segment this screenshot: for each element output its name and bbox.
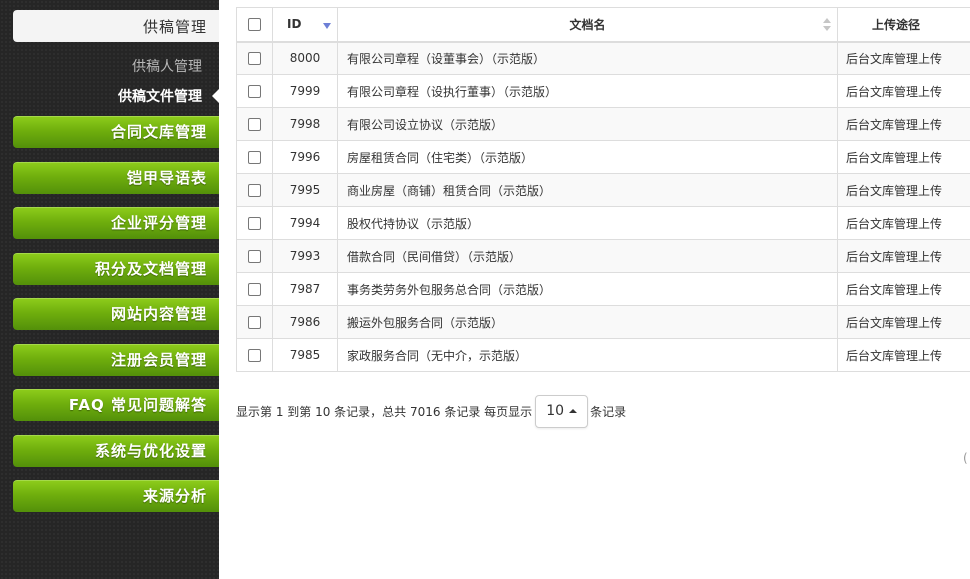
pagination-suffix: 条记录 — [590, 404, 627, 419]
sidebar-item-enterprise-rating[interactable]: 企业评分管理 — [13, 207, 219, 239]
sidebar-item-faq[interactable]: FAQ 常见问题解答 — [13, 389, 219, 421]
sidebar-item-source-analysis[interactable]: 来源分析 — [13, 480, 219, 512]
sidebar-item-members[interactable]: 注册会员管理 — [13, 344, 219, 376]
files-table-container: ID 文档名 上传途径 8000 有限公司章程（设董事会）（示范版） 后台文库管理上… — [236, 7, 970, 372]
sidebar-item-system-settings[interactable]: 系统与优化设置 — [13, 435, 219, 467]
caret-up-icon — [569, 409, 578, 413]
row-document-name[interactable]: 事务类劳务外包服务总合同（示范版） — [337, 272, 838, 306]
row-select-cell — [236, 272, 273, 306]
row-id: 8000 — [272, 41, 338, 75]
table-row[interactable]: 7998 有限公司设立协议（示范版） 后台文库管理上传 — [236, 107, 970, 141]
row-document-name[interactable]: 借款合同（民间借贷）（示范版） — [337, 239, 838, 273]
row-select-cell — [236, 338, 273, 372]
row-document-name[interactable]: 搬运外包服务合同（示范版） — [337, 305, 838, 339]
sidebar-item-supply-management[interactable]: 供稿管理 — [13, 10, 219, 42]
row-select-cell — [236, 74, 273, 108]
sidebar-item-site-content[interactable]: 网站内容管理 — [13, 298, 219, 330]
row-id: 7986 — [272, 305, 338, 339]
row-upload-source: 后台文库管理上传 — [837, 74, 970, 108]
row-id: 7995 — [272, 173, 338, 207]
row-checkbox[interactable] — [248, 85, 261, 98]
source-column-header[interactable]: 上传途径 — [837, 7, 970, 43]
row-checkbox[interactable] — [248, 250, 261, 263]
row-upload-source: 后台文库管理上传 — [837, 272, 970, 306]
name-header-label: 文档名 — [569, 17, 606, 32]
active-pointer-icon — [212, 89, 219, 103]
row-checkbox[interactable] — [248, 316, 261, 329]
name-column-header[interactable]: 文档名 — [337, 7, 838, 43]
sidebar-item-contract-library[interactable]: 合同文库管理 — [13, 116, 219, 148]
table-header-row: ID 文档名 上传途径 — [236, 7, 970, 43]
row-checkbox[interactable] — [248, 151, 261, 164]
row-document-name[interactable]: 有限公司章程（设董事会）（示范版） — [337, 41, 838, 75]
row-checkbox[interactable] — [248, 283, 261, 296]
row-select-cell — [236, 140, 273, 174]
row-upload-source: 后台文库管理上传 — [837, 239, 970, 273]
row-checkbox[interactable] — [248, 52, 261, 66]
row-select-cell — [236, 239, 273, 273]
table-row[interactable]: 7994 股权代持协议（示范版） 后台文库管理上传 — [236, 206, 970, 240]
table-row[interactable]: 7999 有限公司章程（设执行董事）（示范版） 后台文库管理上传 — [236, 74, 970, 108]
table-row[interactable]: 8000 有限公司章程（设董事会）（示范版） 后台文库管理上传 — [236, 41, 970, 75]
table-row[interactable]: 7985 家政服务合同（无中介，示范版） 后台文库管理上传 — [236, 338, 970, 372]
table-row[interactable]: 7987 事务类劳务外包服务总合同（示范版） 后台文库管理上传 — [236, 272, 970, 306]
row-id: 7998 — [272, 107, 338, 141]
row-checkbox[interactable] — [248, 349, 261, 362]
row-upload-source: 后台文库管理上传 — [837, 206, 970, 240]
table-row[interactable]: 7986 搬运外包服务合同（示范版） 后台文库管理上传 — [236, 305, 970, 339]
row-document-name[interactable]: 商业房屋（商铺）租赁合同（示范版） — [337, 173, 838, 207]
id-column-header[interactable]: ID — [272, 7, 338, 43]
pagination-summary: 显示第 1 到第 10 条记录，总共 7016 条记录 每页显示 — [236, 404, 533, 419]
page-size-dropdown[interactable]: 10 — [535, 394, 589, 428]
row-document-name[interactable]: 有限公司设立协议（示范版） — [337, 107, 838, 141]
sidebar-item-armor-guide[interactable]: 铠甲导语表 — [13, 162, 219, 194]
row-select-cell — [236, 305, 273, 339]
row-id: 7999 — [272, 74, 338, 108]
sidebar-subitem-contributors[interactable]: 供稿人管理 — [132, 56, 202, 76]
row-id: 7987 — [272, 272, 338, 306]
row-select-cell — [236, 206, 273, 240]
select-all-checkbox[interactable] — [248, 18, 261, 32]
row-upload-source: 后台文库管理上传 — [837, 338, 970, 372]
table-row[interactable]: 7996 房屋租赁合同（住宅类）（示范版） 后台文库管理上传 — [236, 140, 970, 174]
row-document-name[interactable]: 房屋租赁合同（住宅类）（示范版） — [337, 140, 838, 174]
row-checkbox[interactable] — [248, 184, 261, 197]
pagination-bar: 显示第 1 到第 10 条记录，总共 7016 条记录 每页显示 10 条记录 — [236, 394, 626, 428]
sidebar: 供稿管理 供稿人管理 供稿文件管理 合同文库管理 铠甲导语表 企业评分管理 积分… — [0, 0, 219, 579]
sort-icon — [823, 18, 831, 32]
row-id: 7996 — [272, 140, 338, 174]
row-checkbox[interactable] — [248, 118, 261, 131]
page-size-value: 10 — [546, 403, 565, 419]
row-id: 7994 — [272, 206, 338, 240]
files-table: ID 文档名 上传途径 8000 有限公司章程（设董事会）（示范版） 后台文库管理上… — [236, 7, 970, 372]
row-id: 7993 — [272, 239, 338, 273]
source-header-label: 上传途径 — [872, 17, 921, 32]
row-upload-source: 后台文库管理上传 — [837, 140, 970, 174]
row-id: 7985 — [272, 338, 338, 372]
row-document-name[interactable]: 家政服务合同（无中介，示范版） — [337, 338, 838, 372]
row-select-cell — [236, 107, 273, 141]
row-upload-source: 后台文库管理上传 — [837, 305, 970, 339]
id-header-label: ID — [287, 17, 302, 32]
row-select-cell — [236, 41, 273, 75]
table-row[interactable]: 7993 借款合同（民间借贷）（示范版） 后台文库管理上传 — [236, 239, 970, 273]
row-document-name[interactable]: 股权代持协议（示范版） — [337, 206, 838, 240]
sidebar-item-points-documents[interactable]: 积分及文档管理 — [13, 253, 219, 285]
row-upload-source: 后台文库管理上传 — [837, 41, 970, 75]
table-body: 8000 有限公司章程（设董事会）（示范版） 后台文库管理上传 7999 有限公司章程（… — [236, 41, 970, 372]
select-all-header — [236, 7, 273, 43]
row-select-cell — [236, 173, 273, 207]
sort-desc-icon — [323, 23, 331, 29]
row-upload-source: 后台文库管理上传 — [837, 173, 970, 207]
row-document-name[interactable]: 有限公司章程（设执行董事）（示范版） — [337, 74, 838, 108]
clipped-edge-text: ( — [963, 451, 968, 465]
row-checkbox[interactable] — [248, 217, 261, 230]
sidebar-subitem-contributed-files[interactable]: 供稿文件管理 — [118, 86, 202, 106]
row-upload-source: 后台文库管理上传 — [837, 107, 970, 141]
table-row[interactable]: 7995 商业房屋（商铺）租赁合同（示范版） 后台文库管理上传 — [236, 173, 970, 207]
